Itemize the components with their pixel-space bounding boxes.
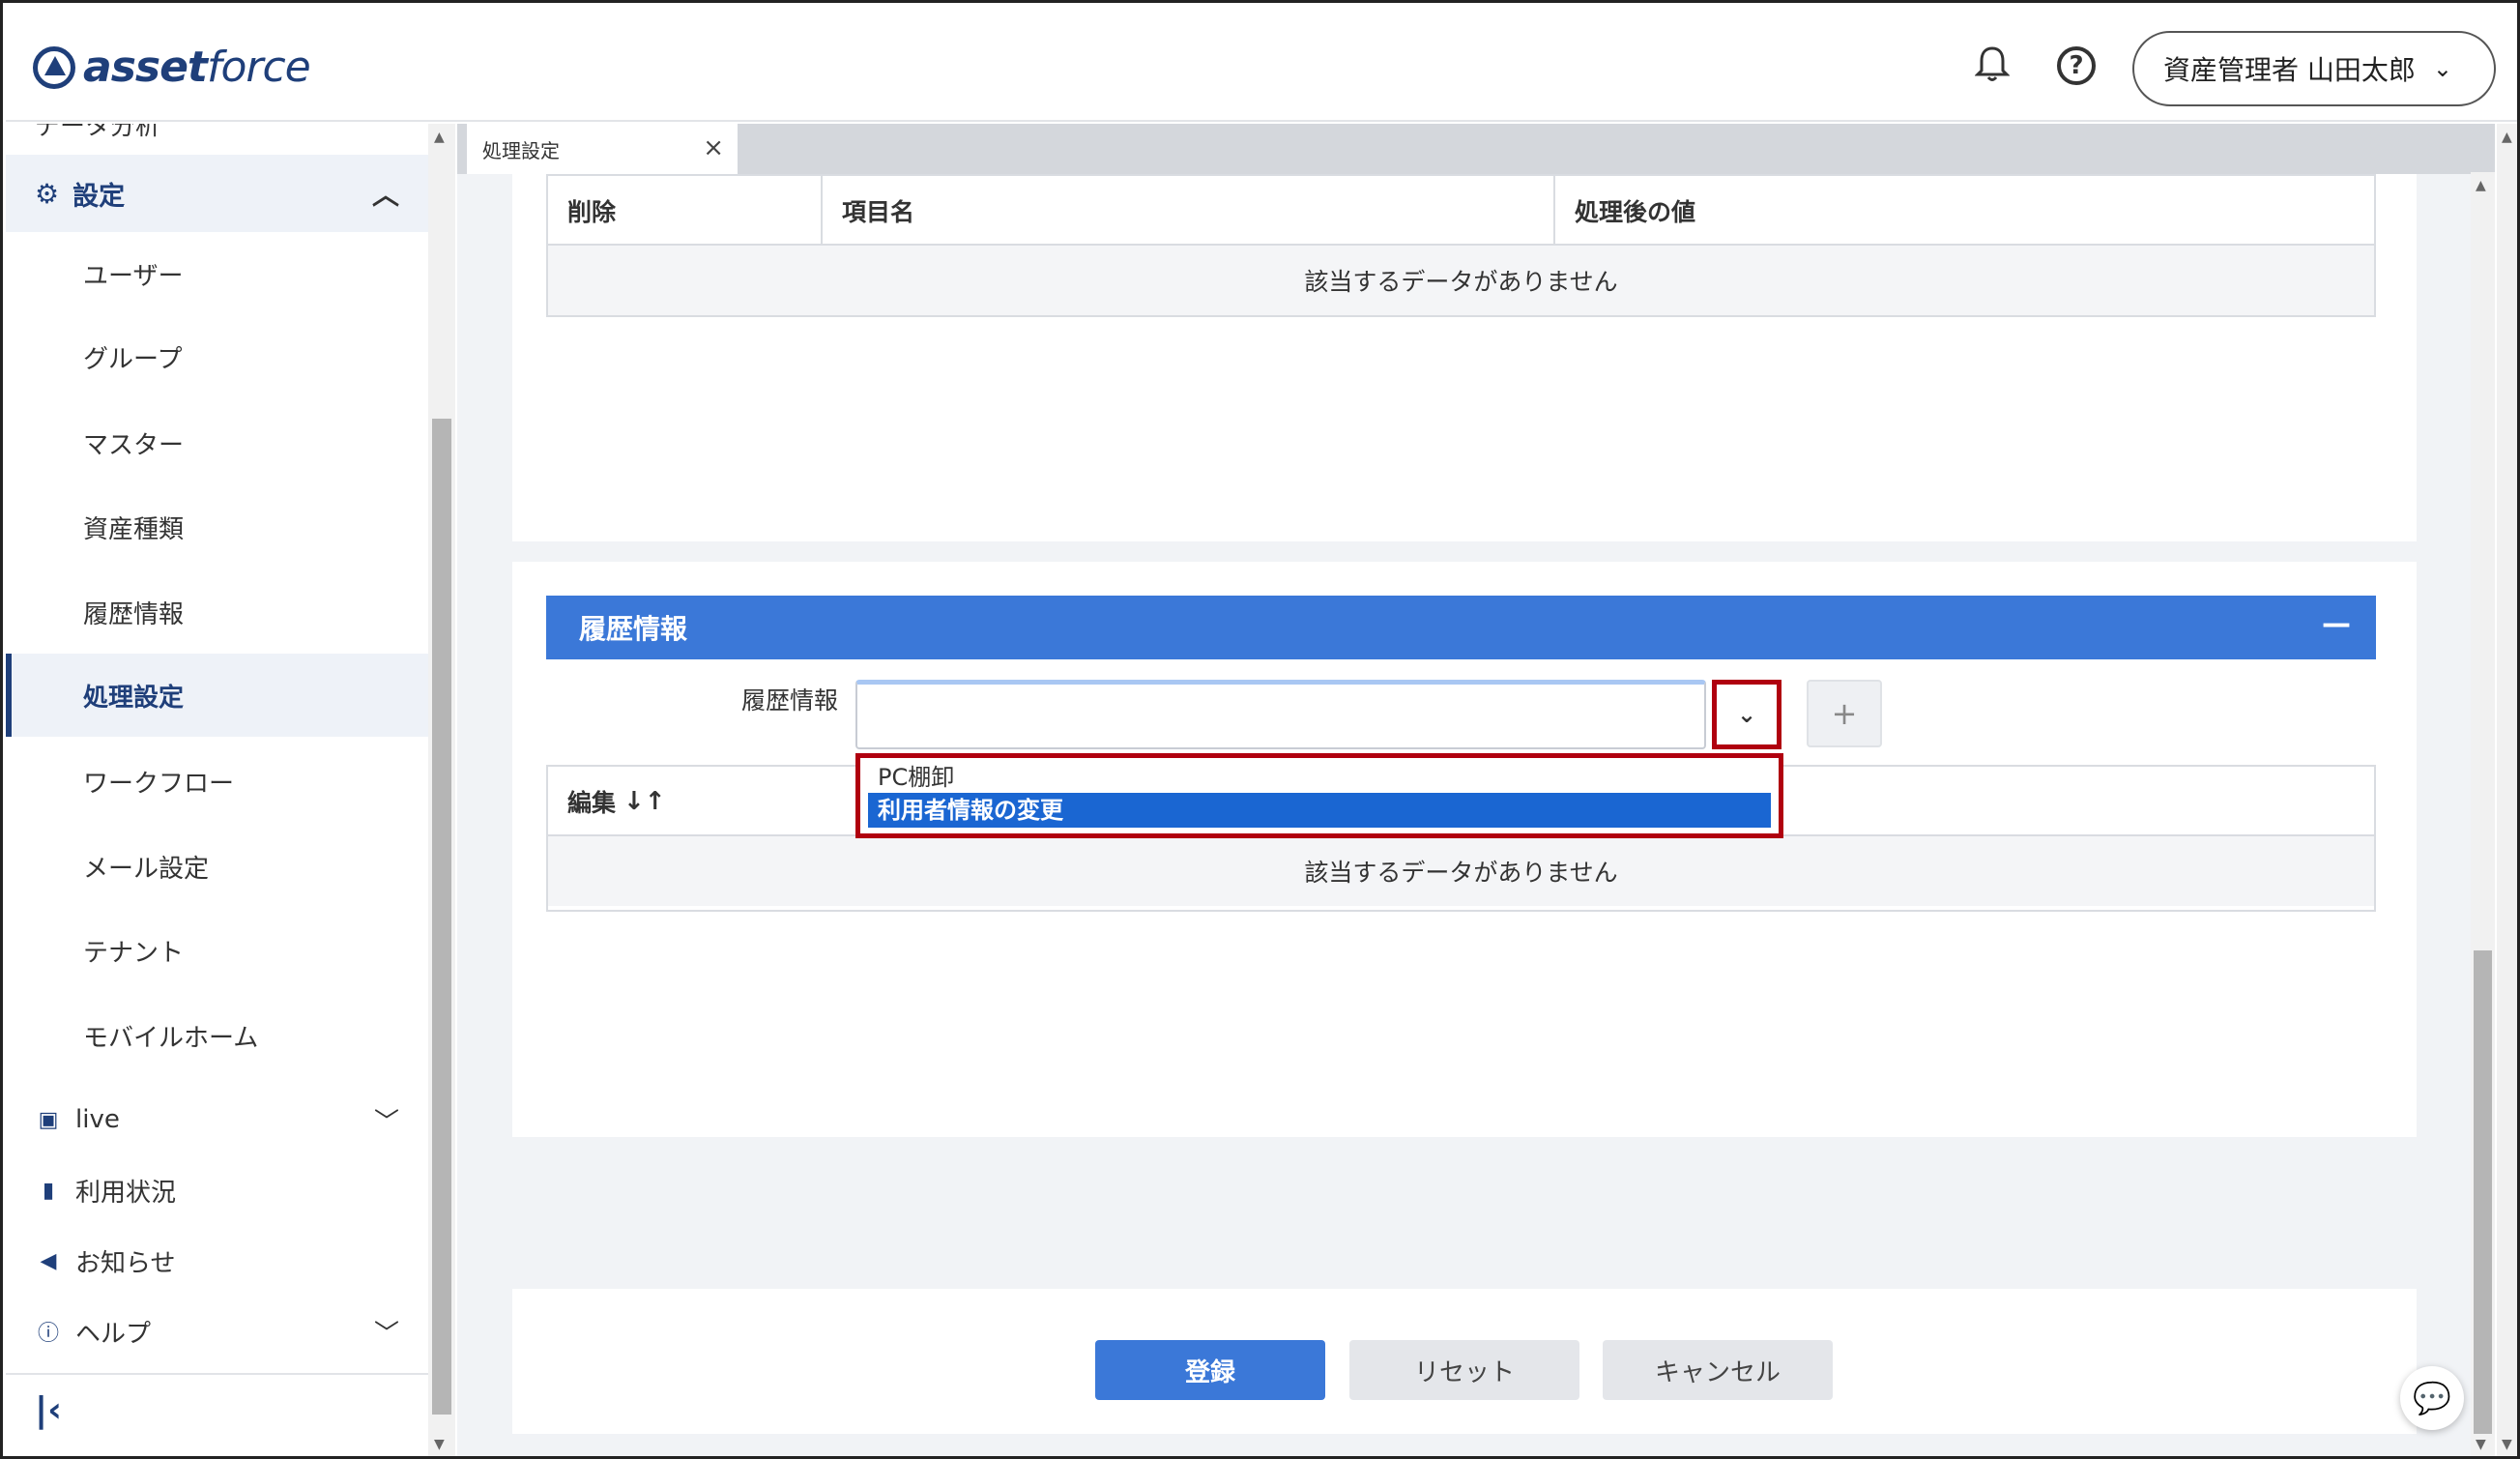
dropdown-option-selected[interactable]: 利用者情報の変更: [868, 793, 1771, 828]
app-window: assetforce ? 資産管理者 山田太郎 ⌄ データ分析 ⚙ 設定 ︿ ユ…: [0, 0, 2520, 1459]
chevron-up-icon: ︿: [371, 179, 399, 211]
help-circle-icon: ⓘ: [37, 1322, 59, 1346]
history-dropdown-list: PC棚卸 利用者情報の変更: [855, 753, 1783, 838]
close-icon[interactable]: ×: [703, 133, 724, 162]
sidebar-item-usage[interactable]: ▮ 利用状況: [6, 1161, 428, 1219]
collapse-icon[interactable]: —: [2322, 607, 2351, 641]
sidebar-item-process-settings[interactable]: 処理設定: [6, 654, 428, 737]
process-items-table: 削除 項目名 処理後の値 該当するデータがありません: [546, 174, 2376, 317]
scroll-up-icon[interactable]: ▲: [2476, 178, 2486, 193]
help-icon[interactable]: ?: [2057, 46, 2096, 85]
chat-icon[interactable]: 💬: [2400, 1366, 2464, 1430]
dropdown-option[interactable]: PC棚卸: [868, 762, 1771, 793]
content-scrollbar[interactable]: ▲ ▼: [2471, 172, 2495, 1456]
chevron-down-icon: ⌄: [1736, 701, 1757, 728]
column-processed-value: 処理後の値: [1575, 198, 1696, 226]
sidebar-item-help[interactable]: ⓘ ヘルプ ﹀: [6, 1302, 428, 1360]
collapse-sidebar-icon[interactable]: |‹: [35, 1390, 62, 1430]
logo-icon: [33, 45, 75, 89]
column-item-name: 項目名: [823, 176, 1555, 246]
chevron-down-icon: ⌄: [2432, 55, 2453, 82]
sidebar-item-settings[interactable]: ⚙ 設定 ︿: [6, 155, 428, 232]
chevron-down-icon: ﹀: [373, 1107, 399, 1137]
scroll-down-icon[interactable]: ▼: [434, 1437, 445, 1452]
chevron-down-icon: ﹀: [373, 1319, 399, 1349]
empty-message: 該当するデータがありません: [548, 246, 2374, 315]
sidebar-item-users[interactable]: ユーザー: [6, 232, 428, 315]
column-delete: 削除: [548, 176, 823, 246]
history-field-label: 履歴情報: [741, 686, 839, 715]
sidebar-item-notices[interactable]: ◀ お知らせ: [6, 1232, 428, 1290]
tab-process-settings[interactable]: 処理設定 ×: [467, 124, 738, 174]
empty-message: 該当するデータがありません: [548, 836, 2374, 906]
sidebar-item-history[interactable]: 履歴情報: [6, 570, 428, 654]
gear-icon: ⚙: [35, 177, 60, 210]
dropdown-toggle-button[interactable]: ⌄: [1712, 680, 1781, 749]
scrollbar-thumb[interactable]: [2474, 950, 2492, 1434]
history-section-header[interactable]: 履歴情報 —: [546, 596, 2376, 659]
megaphone-icon: ◀: [40, 1248, 57, 1273]
top-header: assetforce ? 資産管理者 山田太郎 ⌄: [6, 6, 2517, 122]
page-scrollbar[interactable]: ▲ ▼: [2497, 124, 2517, 1456]
cancel-button[interactable]: キャンセル: [1603, 1340, 1833, 1400]
scroll-up-icon[interactable]: ▲: [2502, 130, 2512, 145]
bar-chart-icon: ▮: [42, 1178, 55, 1203]
register-button[interactable]: 登録: [1095, 1340, 1325, 1400]
scroll-up-icon[interactable]: ▲: [434, 130, 445, 145]
sidebar-item-mobile-home[interactable]: モバイルホーム: [6, 994, 428, 1077]
tab-bar: 処理設定 ×: [457, 124, 2495, 174]
sidebar-item-data-analysis[interactable]: データ分析: [35, 124, 160, 142]
logo[interactable]: assetforce: [33, 43, 311, 92]
sidebar: データ分析 ⚙ 設定 ︿ ユーザー グループ マスター 資産種類 履歴情報 処理…: [6, 124, 428, 1456]
sidebar-item-live[interactable]: ▣ live ﹀: [6, 1091, 428, 1149]
sidebar-item-master[interactable]: マスター: [6, 401, 428, 484]
user-menu-button[interactable]: 資産管理者 山田太郎 ⌄: [2132, 31, 2496, 106]
scrollbar-thumb[interactable]: [432, 419, 451, 1415]
scroll-down-icon[interactable]: ▼: [2476, 1437, 2486, 1452]
bell-icon[interactable]: [1973, 44, 2012, 83]
scroll-down-icon[interactable]: ▼: [2502, 1437, 2512, 1452]
column-edit[interactable]: 編集 ↓↑: [548, 767, 838, 836]
add-history-button[interactable]: +: [1807, 680, 1882, 747]
sidebar-item-tenant[interactable]: テナント: [6, 909, 428, 992]
sort-icon[interactable]: ↓↑: [623, 787, 666, 816]
history-select[interactable]: [855, 680, 1706, 749]
sidebar-item-asset-types[interactable]: 資産種類: [6, 485, 428, 569]
sidebar-item-mail-settings[interactable]: メール設定: [6, 825, 428, 908]
reset-button[interactable]: リセット: [1349, 1340, 1579, 1400]
sidebar-scrollbar[interactable]: ▲ ▼: [428, 124, 455, 1456]
live-icon: ▣: [38, 1107, 59, 1132]
sidebar-divider: [6, 1373, 428, 1375]
table-header: 削除 項目名 処理後の値: [548, 176, 2374, 246]
sidebar-item-groups[interactable]: グループ: [6, 315, 428, 398]
sidebar-item-workflow[interactable]: ワークフロー: [6, 740, 428, 823]
